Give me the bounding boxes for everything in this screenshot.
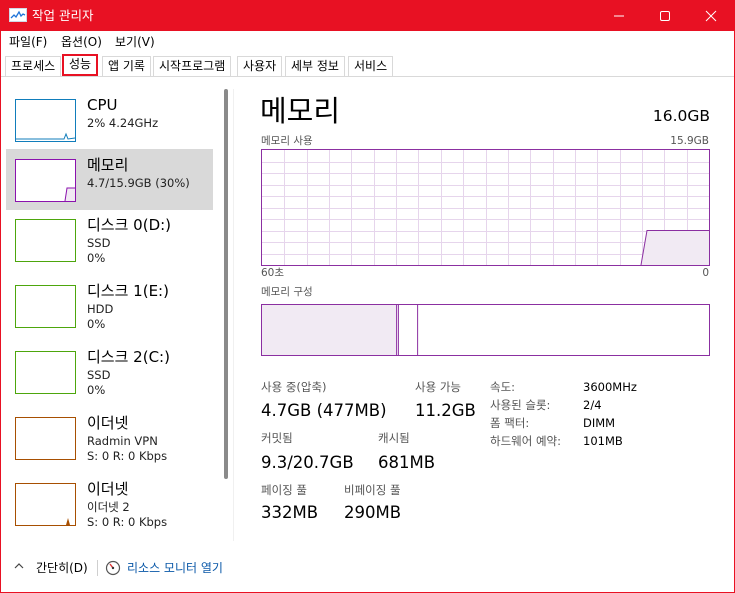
title-bar[interactable]: 작업 관리자 [1,1,734,31]
paged-pool-label: 페이징 풀 [261,483,307,497]
slots-key: 사용된 슬롯: [490,398,551,412]
sidebar-item-throughput: S: 0 R: 0 Kbps [87,515,168,529]
hardware-reserved-key: 하드웨어 예약: [490,434,562,448]
speed-key: 속도: [490,380,516,394]
memory-thumbnail-graph [15,159,76,202]
form-factor-value: DIMM [583,416,616,430]
sidebar-item-label: 디스크 2(C:) [87,348,170,366]
sidebar-item-throughput: S: 0 R: 0 Kbps [87,449,168,463]
sidebar-item-disk-0[interactable]: 디스크 0(D:) SSD 0% [6,209,213,270]
minimize-button[interactable] [596,1,642,31]
sidebar-item-label: 메모리 [87,156,129,174]
composition-label: 메모리 구성 [261,286,313,298]
in-use-value: 4.7GB (477MB) [261,401,387,420]
maximize-button[interactable] [642,1,688,31]
tab-users[interactable]: 사용자 [237,56,283,76]
sidebar-item-disk-1[interactable]: 디스크 1(E:) HDD 0% [6,275,213,336]
sidebar-item-type: SSD [87,368,111,382]
cpu-thumbnail-graph [15,99,76,142]
close-icon [705,10,717,22]
tab-details[interactable]: 세부 정보 [285,56,345,76]
tab-services[interactable]: 서비스 [348,56,394,76]
maximize-icon [660,11,670,21]
page-title: 메모리 [260,94,341,128]
nonpaged-pool-value: 290MB [344,503,402,522]
resource-monitor-icon[interactable] [105,560,121,579]
graph-max-label: 15.9GB [670,135,709,147]
sidebar-item-usage: 0% [87,317,106,331]
sidebar-item-label: 디스크 1(E:) [87,282,169,300]
menu-file[interactable]: 파일(F) [9,34,47,50]
task-manager-icon [9,8,27,22]
sidebar-item-usage: 0% [87,383,106,397]
sidebar-item-label: 이더넷 [87,480,129,498]
sidebar-item-ethernet-2[interactable]: 이더넷 이더넷 2 S: 0 R: 0 Kbps [6,473,213,534]
tab-startup[interactable]: 시작프로그램 [153,56,232,76]
graph-time-start: 60초 [261,267,285,279]
sidebar-item-type: HDD [87,302,114,316]
disk-thumbnail-graph [15,285,76,328]
menu-bar: 파일(F) 옵션(O) 보기(V) [1,31,734,53]
sidebar-item-memory[interactable]: 메모리 4.7/15.9GB (30%) [6,149,213,210]
speed-value: 3600MHz [583,380,637,394]
disk-thumbnail-graph [15,219,76,262]
cached-label: 캐시됨 [378,431,410,445]
sidebar-item-ethernet-radmin[interactable]: 이더넷 Radmin VPN S: 0 R: 0 Kbps [6,407,213,468]
window-title: 작업 관리자 [32,8,94,23]
available-value: 11.2GB [415,401,476,420]
hardware-reserved-value: 101MB [583,434,623,448]
resource-sidebar: CPU 2% 4.24GHz 메모리 4.7/15.9GB (30%) 디스크 … [1,89,217,541]
menu-options[interactable]: 옵션(O) [61,34,102,50]
sidebar-scrollbar[interactable] [224,89,228,479]
form-factor-key: 폼 팩터: [490,416,530,430]
ethernet-thumbnail-graph [15,483,76,526]
sidebar-item-label: 이더넷 [87,414,129,432]
sidebar-item-cpu[interactable]: CPU 2% 4.24GHz [6,89,213,150]
memory-composition-plot [262,305,419,355]
footer-bar: 간단히(D) 리소스 모니터 열기 [1,549,734,585]
footer-divider [97,560,98,576]
minimize-icon [614,15,624,17]
in-use-label: 사용 중(압축) [261,380,327,394]
chevron-up-icon[interactable] [13,560,25,575]
graph-label: 메모리 사용 [261,135,313,147]
sidebar-item-detail: 4.7/15.9GB (30%) [87,176,190,190]
open-resource-monitor-link[interactable]: 리소스 모니터 열기 [127,560,223,576]
memory-usage-graph [261,149,710,266]
sidebar-item-adapter: Radmin VPN [87,434,158,448]
close-button[interactable] [688,1,734,31]
memory-usage-plot [262,150,709,266]
graph-time-end: 0 [702,267,709,279]
available-label: 사용 가능 [415,380,461,394]
slots-value: 2/4 [583,398,602,412]
paged-pool-value: 332MB [261,503,319,522]
sidebar-item-type: SSD [87,236,111,250]
menu-view[interactable]: 보기(V) [115,34,155,50]
committed-label: 커밋됨 [261,431,293,445]
composition-in-use [262,305,397,355]
sidebar-item-adapter: 이더넷 2 [87,500,130,514]
sidebar-item-disk-2[interactable]: 디스크 2(C:) SSD 0% [6,341,213,402]
fewer-details-button[interactable]: 간단히(D) [36,560,88,576]
tab-performance[interactable]: 성능 [62,54,99,76]
tab-bar: 프로세스 성능 앱 기록 시작프로그램 사용자 세부 정보 서비스 [1,53,734,77]
nonpaged-pool-label: 비페이징 풀 [344,483,401,497]
committed-value: 9.3/20.7GB [261,453,354,472]
tab-processes[interactable]: 프로세스 [5,56,62,76]
divider [233,89,234,541]
sidebar-item-label: 디스크 0(D:) [87,216,172,234]
sidebar-item-detail: 2% 4.24GHz [87,116,159,130]
cached-value: 681MB [378,453,436,472]
disk-thumbnail-graph [15,351,76,394]
task-manager-window: 작업 관리자 파일(F) 옵션(O) 보기(V) 프로세스 성능 앱 기록 시작… [0,0,735,593]
sidebar-item-label: CPU [87,96,118,114]
memory-usage-area [641,230,709,265]
sidebar-item-usage: 0% [87,251,106,265]
ethernet-thumbnail-graph [15,417,76,460]
total-memory: 16.0GB [652,107,710,125]
tab-app-history[interactable]: 앱 기록 [102,56,151,76]
memory-composition-bar [261,304,710,356]
